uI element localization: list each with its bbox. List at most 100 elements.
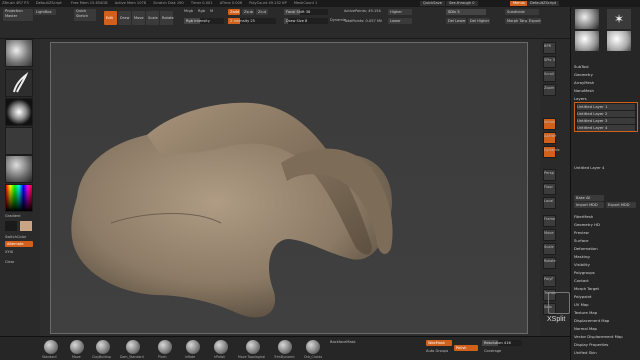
document-canvas[interactable] xyxy=(50,42,528,334)
morph-target-button[interactable]: Morph Target xyxy=(505,18,531,24)
brush-standard-icon[interactable] xyxy=(44,340,58,354)
texture-map-item[interactable]: Texture Map xyxy=(574,309,638,316)
export-mdd-button[interactable]: Export MDD xyxy=(606,202,636,208)
subtool-item[interactable]: SubTool xyxy=(574,63,638,70)
auto-groups-label[interactable]: Auto Groups xyxy=(426,349,448,354)
polyf-button[interactable]: PolyF xyxy=(543,275,556,287)
frame-button[interactable]: Frame xyxy=(543,215,556,227)
m-label[interactable]: M xyxy=(210,9,213,14)
lightbox-button[interactable]: LightBox xyxy=(34,9,56,15)
polymesh-tool-icon[interactable] xyxy=(607,31,631,51)
sphere-tool-icon[interactable] xyxy=(575,31,599,51)
polygroups-item[interactable]: Polygroups xyxy=(574,269,638,276)
brush-claybuildup-icon[interactable] xyxy=(96,340,110,354)
mrgb-label[interactable]: Mrgb xyxy=(184,9,193,14)
rgb-intensity-slider[interactable]: Rgb Intensity xyxy=(184,18,224,24)
spix-button[interactable]: SPix 3 xyxy=(543,56,556,68)
zsub-button[interactable]: Zsub xyxy=(242,9,254,15)
display-properties-item[interactable]: Display Properties xyxy=(574,341,638,348)
z-intensity-slider[interactable]: Z Intensity 25 xyxy=(228,18,276,24)
floor-button[interactable]: Floor xyxy=(543,183,556,195)
tool-thumbnail[interactable] xyxy=(575,9,599,29)
layer-item[interactable]: Untitled Layer 2 xyxy=(577,111,635,117)
rotate-button[interactable]: Rotate xyxy=(160,11,174,25)
sdiv-slider[interactable]: SDiv 5 xyxy=(446,9,486,15)
layer-item[interactable]: Untitled Layer 1 xyxy=(577,104,635,110)
dynamic-button[interactable]: Dynamic xyxy=(543,146,560,158)
persp-button[interactable]: Persp xyxy=(543,169,556,181)
bpr-button[interactable]: BPR xyxy=(543,42,556,54)
scroll-button[interactable]: Scroll xyxy=(543,70,556,82)
quicksave-button[interactable]: QuickSave xyxy=(420,1,445,6)
star-tool-icon[interactable]: ✶ xyxy=(607,9,631,29)
bake-all-button[interactable]: Bake All xyxy=(574,195,604,201)
local-button[interactable]: Local xyxy=(543,197,556,209)
backface-mask-label[interactable]: BackfaceMask xyxy=(330,340,356,345)
preview-item[interactable]: Preview xyxy=(574,229,638,236)
normal-map-item[interactable]: Normal Map xyxy=(574,325,638,332)
waxmask-button[interactable]: WaxMask xyxy=(426,340,452,346)
higher-button[interactable]: Higher xyxy=(388,9,412,15)
displacement-map-item[interactable]: Displacement Map xyxy=(574,317,638,324)
uv-map-item[interactable]: UV Map xyxy=(574,301,638,308)
secondary-color-swatch[interactable] xyxy=(20,221,32,231)
projection-master-button[interactable]: Projection Master xyxy=(3,9,33,21)
import-mdd-button[interactable]: Import MDD xyxy=(574,202,604,208)
morph-target-item[interactable]: Morph Target xyxy=(574,285,638,292)
move-view-button[interactable]: Move xyxy=(543,229,556,241)
del-higher-button[interactable]: Del Higher xyxy=(468,18,490,24)
zcut-button[interactable]: Zcut xyxy=(256,9,268,15)
resolution-slider[interactable]: Resolution 416 xyxy=(482,340,522,346)
rec-layer-label[interactable]: Untitled Layer 4 xyxy=(574,164,638,171)
xy-ui-label[interactable]: XYUI xyxy=(5,250,13,255)
deformation-item[interactable]: Deformation xyxy=(574,245,638,252)
gradient-label[interactable]: Gradient xyxy=(5,214,21,219)
alternate-button[interactable]: Alternate xyxy=(5,241,33,247)
polish-button[interactable]: Polish xyxy=(454,345,478,351)
polypaint-item[interactable]: Polypaint xyxy=(574,293,638,300)
main-color-swatch[interactable] xyxy=(5,221,17,231)
move-button[interactable]: Move xyxy=(132,11,145,25)
brush-hpolish-icon[interactable] xyxy=(214,340,228,354)
brush-trimdynamic-icon[interactable] xyxy=(278,340,292,354)
scale-button[interactable]: Scale xyxy=(146,11,159,25)
subdivide-button[interactable]: Subdivide xyxy=(505,9,539,15)
scale-view-button[interactable]: Scale xyxy=(543,243,556,255)
material-tile[interactable] xyxy=(5,155,33,183)
masking-item[interactable]: Masking xyxy=(574,253,638,260)
focal-shift-slider[interactable]: Focal Shift 36 xyxy=(284,9,328,15)
switch-color-label[interactable]: SwitchColor xyxy=(5,235,26,240)
layer-item[interactable]: Untitled Layer 4 xyxy=(577,125,635,131)
layer-item[interactable]: Untitled Layer 3 xyxy=(577,118,635,124)
geometry-item[interactable]: Geometry xyxy=(574,71,638,78)
brush-move-topological-icon[interactable] xyxy=(246,340,260,354)
color-picker[interactable] xyxy=(5,184,33,212)
coverage-label[interactable]: Coverage xyxy=(484,349,501,354)
brush-tile[interactable] xyxy=(5,39,33,67)
see-through-slider[interactable]: See-through 0 xyxy=(446,1,478,6)
aahalf-button[interactable]: AAHalf xyxy=(543,132,556,144)
fibermesh-item[interactable]: FiberMesh xyxy=(574,213,638,220)
texture-tile[interactable] xyxy=(5,127,33,155)
actual-button[interactable]: Actual xyxy=(543,118,556,130)
nanomesh-item[interactable]: NanoMesh xyxy=(574,87,638,94)
del-lower-button[interactable]: Del Lower xyxy=(446,18,466,24)
edit-button[interactable]: Edit xyxy=(104,11,117,25)
surface-item[interactable]: Surface xyxy=(574,237,638,244)
draw-size-slider[interactable]: Draw Size 8 xyxy=(284,18,328,24)
rotate-view-button[interactable]: Rotate xyxy=(543,257,556,269)
vector-displacement-map-item[interactable]: Vector Displacement Map xyxy=(574,333,638,340)
stroke-tile[interactable] xyxy=(5,69,33,97)
brush-inflate-icon[interactable] xyxy=(186,340,200,354)
lower-button[interactable]: Lower xyxy=(388,18,412,24)
default-zscript-button[interactable]: DefaultZScript xyxy=(527,1,560,6)
arraymesh-item[interactable]: ArrayMesh xyxy=(574,79,638,86)
export-top-button[interactable]: Export xyxy=(527,18,541,24)
brush-move-icon[interactable] xyxy=(70,340,84,354)
rgb-label[interactable]: Rgb xyxy=(198,9,205,14)
visibility-item[interactable]: Visibility xyxy=(574,261,638,268)
draw-button[interactable]: Draw xyxy=(118,11,131,25)
layers-item[interactable]: Layers xyxy=(574,95,638,102)
brush-orb-cracks-icon[interactable] xyxy=(306,340,320,354)
zoom-button[interactable]: Zoom xyxy=(543,84,556,96)
